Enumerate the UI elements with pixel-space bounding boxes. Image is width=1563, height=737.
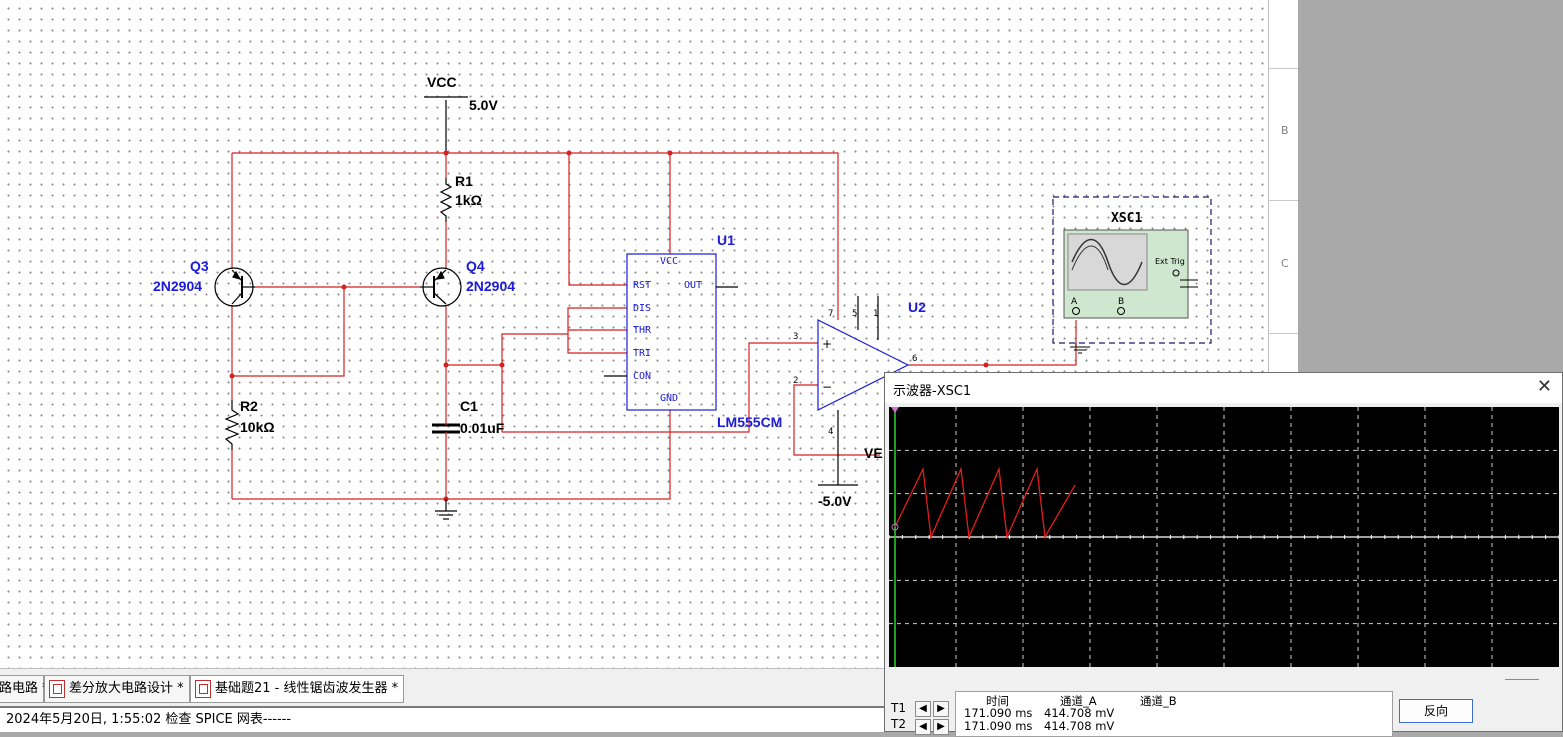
u1-pin-vcc: VCC (660, 256, 678, 267)
r2-value: 10kΩ (240, 419, 275, 435)
resistor-r2[interactable] (224, 400, 240, 450)
t1-right-arrow-button[interactable]: ▶ (933, 701, 949, 717)
t2-right-arrow-button[interactable]: ▶ (933, 719, 949, 735)
q4-name: Q4 (466, 258, 485, 274)
vcc-label: VCC (427, 74, 457, 90)
channel-b-label: B (1118, 297, 1124, 307)
u2-pin-3: 3 (793, 332, 798, 342)
status-bar: 2024年5月20日, 1:55:02 检查 SPICE 网表------ (0, 706, 884, 732)
t1-time: 171.090 ms (964, 706, 1033, 720)
t2-time: 171.090 ms (964, 719, 1033, 733)
u2-pin-7: 7 (828, 309, 833, 319)
tab-label: 路电路 * (0, 681, 49, 696)
t1-label: T1 (891, 701, 906, 715)
u1-pin-gnd: GND (660, 393, 678, 404)
c1-value: 0.01uF (460, 420, 505, 436)
vcc-value: 5.0V (469, 97, 498, 113)
xsc1-name: XSC1 (1111, 211, 1142, 226)
cursor-readout-table: 时间 通道_A 通道_B 171.090 ms 414.708 mV 171.0… (955, 691, 1393, 737)
tab-label: 差分放大电路设计 * (69, 681, 184, 696)
u1-name: U1 (717, 232, 735, 248)
u2-pin-6: 6 (912, 354, 917, 364)
u1-pin-rst: RST (633, 280, 651, 291)
transistor-q3[interactable] (214, 267, 255, 307)
schematic-file-icon (49, 679, 65, 698)
transistor-q4[interactable] (420, 267, 462, 307)
u2-name: U2 (908, 299, 926, 315)
svg-text:+: + (822, 337, 832, 351)
u1-pin-out: OUT (684, 280, 702, 291)
r2-name: R2 (240, 398, 258, 414)
u2-pin-5: 5 (852, 309, 857, 319)
u1-part: LM555CM (717, 414, 782, 430)
resistor-r1[interactable] (439, 178, 453, 222)
tab-sawtooth-generator[interactable]: 基础题21 - 线性锯齿波发生器 * (190, 675, 404, 703)
u1-pin-thr: THR (633, 325, 652, 336)
ext-trig-label: Ext Trig (1155, 257, 1185, 266)
oscilloscope-display (888, 407, 1560, 667)
u1-pin-tri: TRI (633, 348, 651, 359)
t2-left-arrow-button[interactable]: ◀ (915, 719, 931, 735)
tab-label: 基础题21 - 线性锯齿波发生器 * (215, 681, 399, 696)
oscilloscope-titlebar[interactable]: 示波器-XSC1 ✕ (885, 373, 1562, 403)
t1-left-arrow-button[interactable]: ◀ (915, 701, 931, 717)
oscilloscope-controls: T1 T2 ◀ ▶ ◀ ▶ 时间 通道_A 通道_B 171.090 ms 41… (885, 671, 1562, 737)
oscilloscope-title: 示波器-XSC1 (893, 384, 972, 399)
svg-text:−: − (822, 380, 832, 394)
t2-channel-a: 414.708 mV (1044, 719, 1115, 733)
q4-part: 2N2904 (466, 278, 515, 294)
u2-pin-4: 4 (828, 427, 833, 437)
u1-pin-con: CON (633, 371, 651, 382)
capacitor-c1[interactable] (432, 415, 460, 440)
t1-channel-a: 414.708 mV (1044, 706, 1115, 720)
ground-symbol[interactable] (435, 499, 457, 520)
u2-pin-2: 2 (793, 376, 798, 386)
r1-value: 1kΩ (455, 192, 482, 208)
c1-name: C1 (460, 398, 478, 414)
vee-value: -5.0V (818, 493, 852, 509)
u2-pin-1: 1 (873, 309, 878, 319)
u1-pin-dis: DIS (633, 303, 651, 314)
q3-part: 2N2904 (153, 278, 202, 294)
close-icon[interactable]: ✕ (1537, 376, 1552, 397)
header-channel-b: 通道_B (1140, 694, 1177, 708)
cursor-marker-icon (891, 407, 899, 413)
workspace-background (1298, 0, 1563, 372)
channel-a-label: A (1071, 297, 1078, 307)
vee-label: VE (864, 445, 883, 461)
r1-name: R1 (455, 173, 473, 189)
tab-circuit[interactable]: 路电路 * (0, 675, 49, 703)
q3-name: Q3 (190, 258, 209, 274)
status-text: 2024年5月20日, 1:55:02 检查 SPICE 网表------ (6, 712, 292, 727)
channel-a-trace (894, 466, 1076, 540)
document-tab-bar: 路电路 * 差分放大电路设计 * 基础题21 - 线性锯齿波发生器 * (0, 668, 884, 707)
divider (1505, 679, 1539, 680)
tab-differential-amp[interactable]: 差分放大电路设计 * (44, 675, 190, 703)
reverse-button[interactable]: 反向 (1399, 699, 1473, 723)
schematic-file-icon (195, 679, 211, 698)
t2-label: T2 (891, 717, 906, 731)
oscilloscope-screen[interactable] (888, 407, 1560, 667)
oscilloscope-window[interactable]: 示波器-XSC1 ✕ T1 T2 ◀ ▶ ◀ ▶ 时间 通道_A 通道_B 17… (884, 372, 1563, 737)
